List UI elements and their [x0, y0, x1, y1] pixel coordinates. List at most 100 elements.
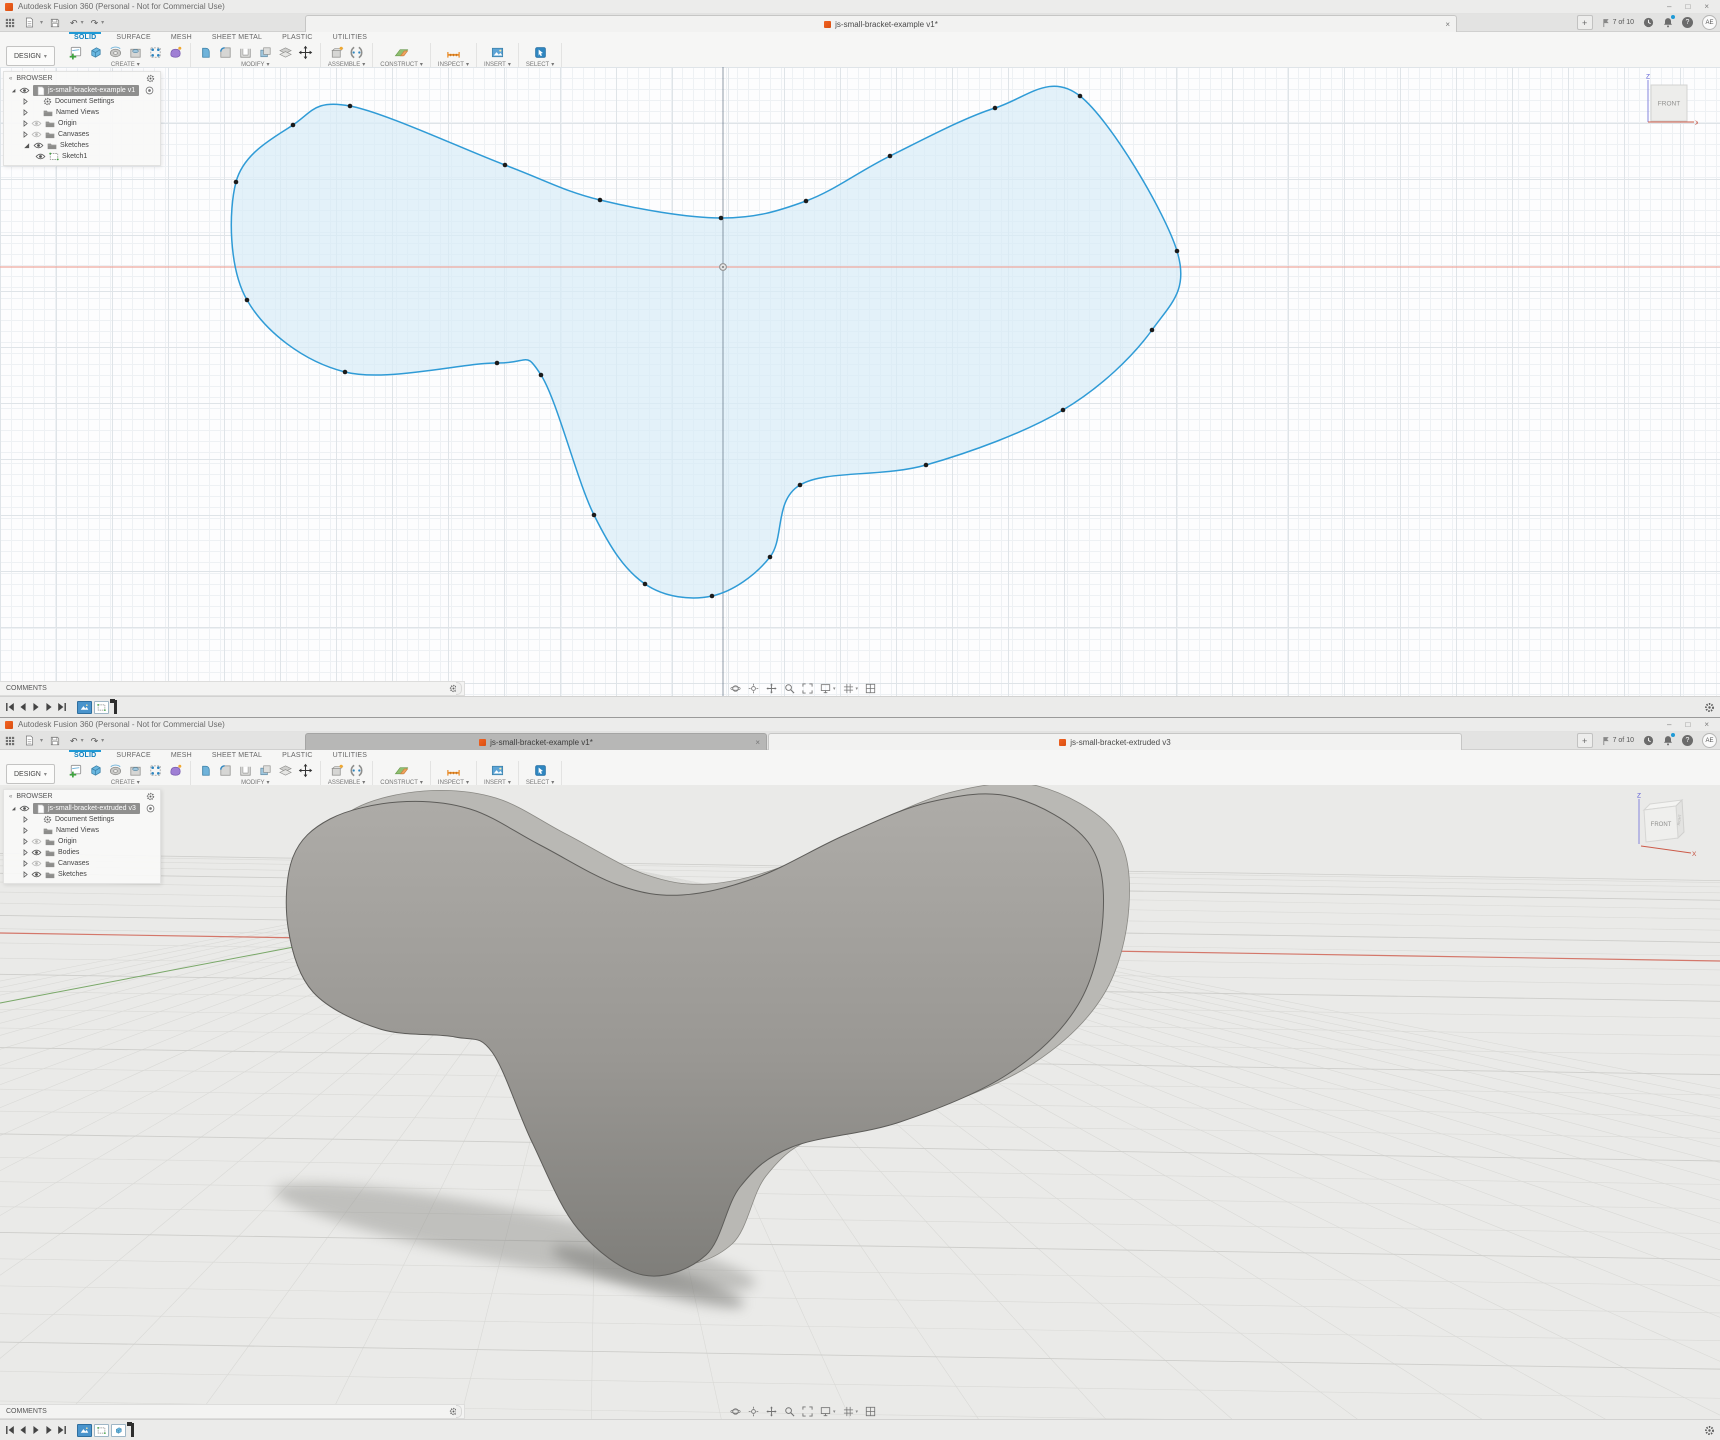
timeline-step-forward-button[interactable]	[44, 1425, 54, 1435]
press-pull-icon[interactable]	[198, 45, 213, 60]
create-sketch-icon[interactable]	[68, 763, 83, 778]
spline-fit-point[interactable]	[291, 123, 296, 128]
visibility-eye-icon[interactable]	[19, 87, 30, 94]
window-title-bar[interactable]: Autodesk Fusion 360 (Personal - Not for …	[0, 0, 1720, 14]
display-settings-caret-icon[interactable]: ▾	[833, 686, 836, 692]
shell-icon[interactable]	[238, 763, 253, 778]
file-menu-icon[interactable]	[25, 735, 34, 746]
insert-icon[interactable]	[490, 763, 505, 778]
pattern-icon[interactable]	[148, 45, 163, 60]
redo-icon[interactable]: ↷	[91, 736, 99, 746]
timeline-step-back-button[interactable]	[18, 702, 28, 712]
help-button[interactable]: ?	[1682, 735, 1693, 746]
model-viewport[interactable]: « BROWSER js-small-bracket-extruded v3 D…	[0, 785, 1720, 1420]
browser-item-document-settings[interactable]: Document Settings	[4, 96, 160, 107]
browser-root-row[interactable]: js-small-bracket-extruded v3	[4, 803, 160, 814]
spline-fit-point[interactable]	[1175, 249, 1180, 254]
redo-caret-icon[interactable]: ▾	[101, 737, 104, 744]
spline-fit-point[interactable]	[768, 555, 773, 560]
expand-icon[interactable]	[23, 98, 28, 105]
look-at-icon[interactable]	[748, 683, 759, 694]
app-grid-icon[interactable]	[5, 18, 15, 28]
viewports-icon[interactable]	[865, 683, 876, 694]
collapse-panel-icon[interactable]: «	[9, 794, 12, 800]
avatar[interactable]: AE	[1702, 15, 1717, 30]
redo-icon[interactable]: ↷	[91, 18, 99, 28]
display-settings-caret-icon[interactable]: ▾	[833, 1409, 836, 1415]
browser-item-sketches[interactable]: Sketches	[4, 869, 160, 880]
visibility-eye-icon[interactable]	[31, 131, 42, 138]
spline-fit-point[interactable]	[1150, 328, 1155, 333]
spline-fit-point[interactable]	[643, 582, 648, 587]
timeline-skip-start-button[interactable]	[5, 1425, 15, 1435]
move-copy-icon[interactable]	[298, 763, 313, 778]
create-sketch-icon[interactable]	[68, 45, 83, 60]
grid-snaps-caret-icon[interactable]: ▾	[856, 1409, 859, 1415]
new-tab-button[interactable]: +	[1577, 15, 1593, 30]
timeline-skip-end-button[interactable]	[57, 702, 67, 712]
spline-fit-point[interactable]	[245, 298, 250, 303]
spline-fit-point[interactable]	[503, 163, 508, 168]
browser-item-document-settings[interactable]: Document Settings	[4, 814, 160, 825]
spline-fit-point[interactable]	[539, 373, 544, 378]
spline-fit-point[interactable]	[924, 463, 929, 468]
visibility-eye-icon[interactable]	[31, 871, 42, 878]
timeline-canvas-feature[interactable]	[77, 701, 92, 714]
new-tab-button[interactable]: +	[1577, 733, 1593, 748]
extensions-badge[interactable]: 7 of 10	[1602, 18, 1634, 28]
pan-icon[interactable]	[766, 1406, 777, 1417]
new-component-icon[interactable]	[329, 763, 344, 778]
zoom-icon[interactable]	[784, 683, 795, 694]
tab-utilities[interactable]: UTILITIES	[323, 751, 377, 761]
browser-item-sketch1[interactable]: Sketch1	[4, 151, 160, 162]
close-button[interactable]: ×	[1704, 718, 1709, 731]
spline-fit-point[interactable]	[993, 106, 998, 111]
comments-bar[interactable]: COMMENTS	[0, 1404, 465, 1419]
hole-icon[interactable]	[128, 763, 143, 778]
app-grid-icon[interactable]	[5, 736, 15, 746]
document-tab-inactive[interactable]: js-small-bracket-example v1* ×	[305, 733, 767, 750]
spline-fit-point[interactable]	[598, 198, 603, 203]
expand-icon[interactable]	[23, 838, 28, 845]
visibility-eye-icon[interactable]	[31, 860, 42, 867]
expand-icon[interactable]	[23, 827, 28, 834]
browser-root-row[interactable]: js-small-bracket-example v1	[4, 85, 160, 96]
workspace-switcher[interactable]: DESIGN▾	[6, 46, 55, 66]
select-icon[interactable]	[533, 763, 548, 778]
spline-fit-point[interactable]	[1061, 408, 1066, 413]
window-title-bar[interactable]: Autodesk Fusion 360 (Personal - Not for …	[0, 718, 1720, 732]
timeline-skip-start-button[interactable]	[5, 702, 15, 712]
expand-open-icon[interactable]	[11, 805, 16, 812]
create-form-icon[interactable]	[168, 45, 183, 60]
insert-icon[interactable]	[490, 45, 505, 60]
undo-icon[interactable]: ↶	[70, 736, 78, 746]
tab-surface[interactable]: SURFACE	[106, 751, 160, 761]
extrude-icon[interactable]	[88, 45, 103, 60]
view-cube[interactable]: Z X FRONT RIGHT	[1620, 790, 1698, 860]
minimize-button[interactable]: –	[1667, 0, 1671, 13]
sketch-canvas[interactable]	[0, 67, 1720, 697]
browser-item-origin[interactable]: Origin	[4, 836, 160, 847]
file-menu-icon[interactable]	[25, 17, 34, 28]
close-button[interactable]: ×	[1704, 0, 1709, 13]
timeline-settings-gear-icon[interactable]	[1704, 1425, 1715, 1436]
browser-item-canvases[interactable]: Canvases	[4, 129, 160, 140]
measure-icon[interactable]	[446, 763, 461, 778]
notifications-bell-icon[interactable]	[1663, 17, 1673, 28]
new-component-icon[interactable]	[329, 45, 344, 60]
orbit-icon[interactable]	[730, 1406, 741, 1417]
view-cube[interactable]: Z X FRONT	[1622, 72, 1698, 132]
spline-fit-point[interactable]	[495, 361, 500, 366]
undo-caret-icon[interactable]: ▾	[81, 737, 84, 744]
model-canvas[interactable]	[0, 785, 1720, 1420]
maximize-button[interactable]: □	[1685, 0, 1690, 13]
timeline-playhead[interactable]	[114, 700, 117, 714]
timeline-settings-gear-icon[interactable]	[1704, 702, 1715, 713]
construct-plane-icon[interactable]	[394, 45, 409, 60]
expand-open-icon[interactable]	[11, 87, 16, 94]
activate-component-icon[interactable]	[146, 804, 155, 813]
fillet-icon[interactable]	[218, 763, 233, 778]
grid-snaps-caret-icon[interactable]: ▾	[856, 686, 859, 692]
activate-component-icon[interactable]	[145, 86, 154, 95]
browser-item-bodies[interactable]: Bodies	[4, 847, 160, 858]
